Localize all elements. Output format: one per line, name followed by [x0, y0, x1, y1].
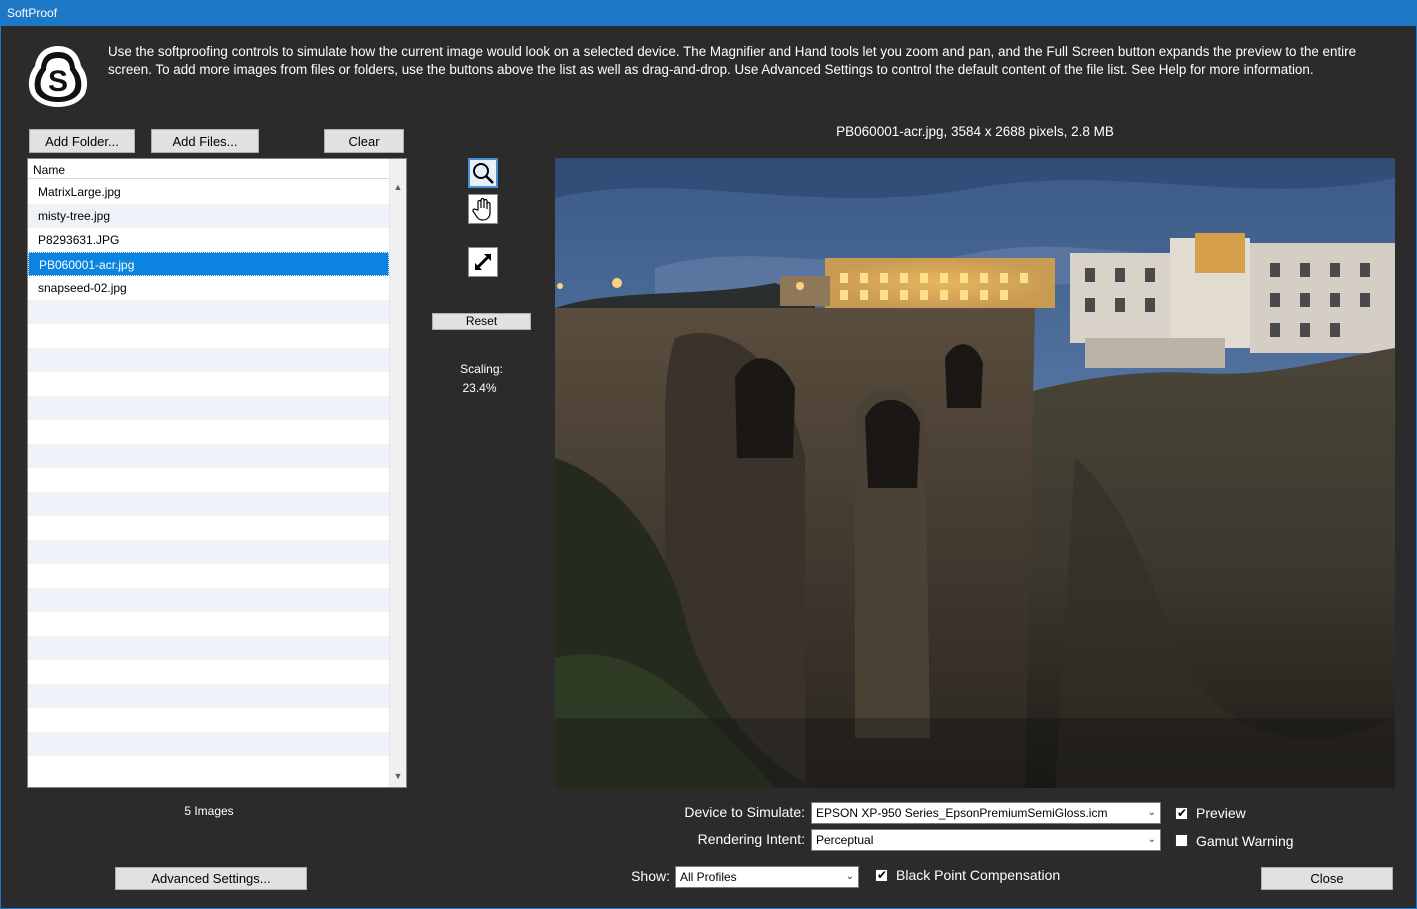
hand-tool-button[interactable] [468, 194, 498, 224]
image-preview[interactable] [555, 158, 1395, 788]
empty-list-row [28, 540, 389, 564]
scroll-down-icon[interactable]: ▼ [390, 768, 406, 785]
fullscreen-button[interactable] [468, 247, 498, 277]
image-count: 5 Images [184, 804, 234, 818]
empty-list-row [28, 324, 389, 348]
empty-list-row [28, 660, 389, 684]
empty-list-row [28, 492, 389, 516]
device-label: Device to Simulate: [684, 804, 805, 820]
list-item[interactable]: PB060001-acr.jpg [28, 252, 389, 276]
scaling-value: 23.4% [462, 381, 497, 395]
bpc-label: Black Point Compensation [896, 867, 1061, 883]
empty-list-row [28, 300, 389, 324]
advanced-settings-button[interactable]: Advanced Settings... [115, 867, 307, 890]
chevron-down-icon: ⌄ [1147, 807, 1156, 818]
empty-list-row [28, 708, 389, 732]
file-list[interactable]: Name MatrixLarge.jpg misty-tree.jpg P82936… [27, 158, 407, 788]
preview-checkbox[interactable]: ✔ [1175, 806, 1188, 820]
list-item[interactable]: MatrixLarge.jpg [28, 180, 389, 204]
list-item[interactable]: misty-tree.jpg [28, 204, 389, 228]
hand-icon [472, 197, 491, 221]
empty-list-row [28, 564, 389, 588]
chevron-down-icon: ⌄ [845, 871, 854, 882]
list-scrollbar[interactable]: ▲ ▼ [389, 159, 406, 787]
empty-list-row [28, 444, 389, 468]
app-logo: S [28, 46, 88, 107]
column-header-name[interactable]: Name [28, 159, 390, 179]
empty-list-row [28, 588, 389, 612]
device-select-value: EPSON XP-950 Series_EpsonPremiumSemiGlos… [816, 806, 1108, 820]
close-button[interactable]: Close [1261, 867, 1393, 890]
magnifier-icon [473, 163, 494, 184]
intro-text: Use the softproofing controls to simulat… [108, 44, 1357, 77]
softproof-window: SoftProof S Use the softproofing control… [0, 0, 1417, 909]
empty-list-row [28, 372, 389, 396]
show-select[interactable]: All Profiles ⌄ [675, 866, 859, 888]
show-select-value: All Profiles [680, 870, 737, 884]
empty-list-row [28, 636, 389, 660]
window-title: SoftProof [1, 1, 1417, 26]
gamut-warning-label: Gamut Warning [1196, 833, 1294, 849]
chevron-down-icon: ⌄ [1147, 834, 1156, 845]
magnifier-tool-button[interactable] [468, 158, 498, 188]
scaling-label: Scaling: [460, 362, 503, 376]
gamut-warning-checkbox[interactable] [1175, 834, 1188, 847]
intent-label: Rendering Intent: [697, 831, 805, 847]
empty-list-row [28, 396, 389, 420]
empty-list-row [28, 420, 389, 444]
bpc-checkbox[interactable]: ✔ [875, 868, 888, 882]
list-item[interactable]: P8293631.JPG [28, 228, 389, 252]
intent-select-value: Perceptual [816, 833, 874, 847]
preview-label: Preview [1196, 805, 1246, 821]
checkmark-icon: ✔ [877, 868, 888, 882]
empty-list-row [28, 348, 389, 372]
show-label: Show: [631, 868, 670, 884]
device-select[interactable]: EPSON XP-950 Series_EpsonPremiumSemiGlos… [811, 802, 1161, 824]
add-folder-button[interactable]: Add Folder... [29, 129, 135, 153]
reset-button[interactable]: Reset [432, 313, 531, 330]
clear-button[interactable]: Clear [324, 129, 404, 153]
image-info: PB060001-acr.jpg, 3584 x 2688 pixels, 2.… [836, 124, 1114, 139]
list-item[interactable]: snapseed-02.jpg [28, 276, 389, 300]
checkmark-icon: ✔ [1177, 806, 1188, 820]
file-list-rows: MatrixLarge.jpg misty-tree.jpg P8293631.JP… [28, 180, 389, 780]
intent-select[interactable]: Perceptual ⌄ [811, 829, 1161, 851]
empty-list-row [28, 732, 389, 756]
add-files-button[interactable]: Add Files... [151, 129, 259, 153]
empty-list-row [28, 756, 389, 780]
scroll-up-icon[interactable]: ▲ [390, 179, 406, 196]
svg-text:S: S [48, 65, 68, 98]
empty-list-row [28, 612, 389, 636]
empty-list-row [28, 684, 389, 708]
empty-list-row [28, 468, 389, 492]
fullscreen-icon [475, 254, 491, 270]
empty-list-row [28, 516, 389, 540]
